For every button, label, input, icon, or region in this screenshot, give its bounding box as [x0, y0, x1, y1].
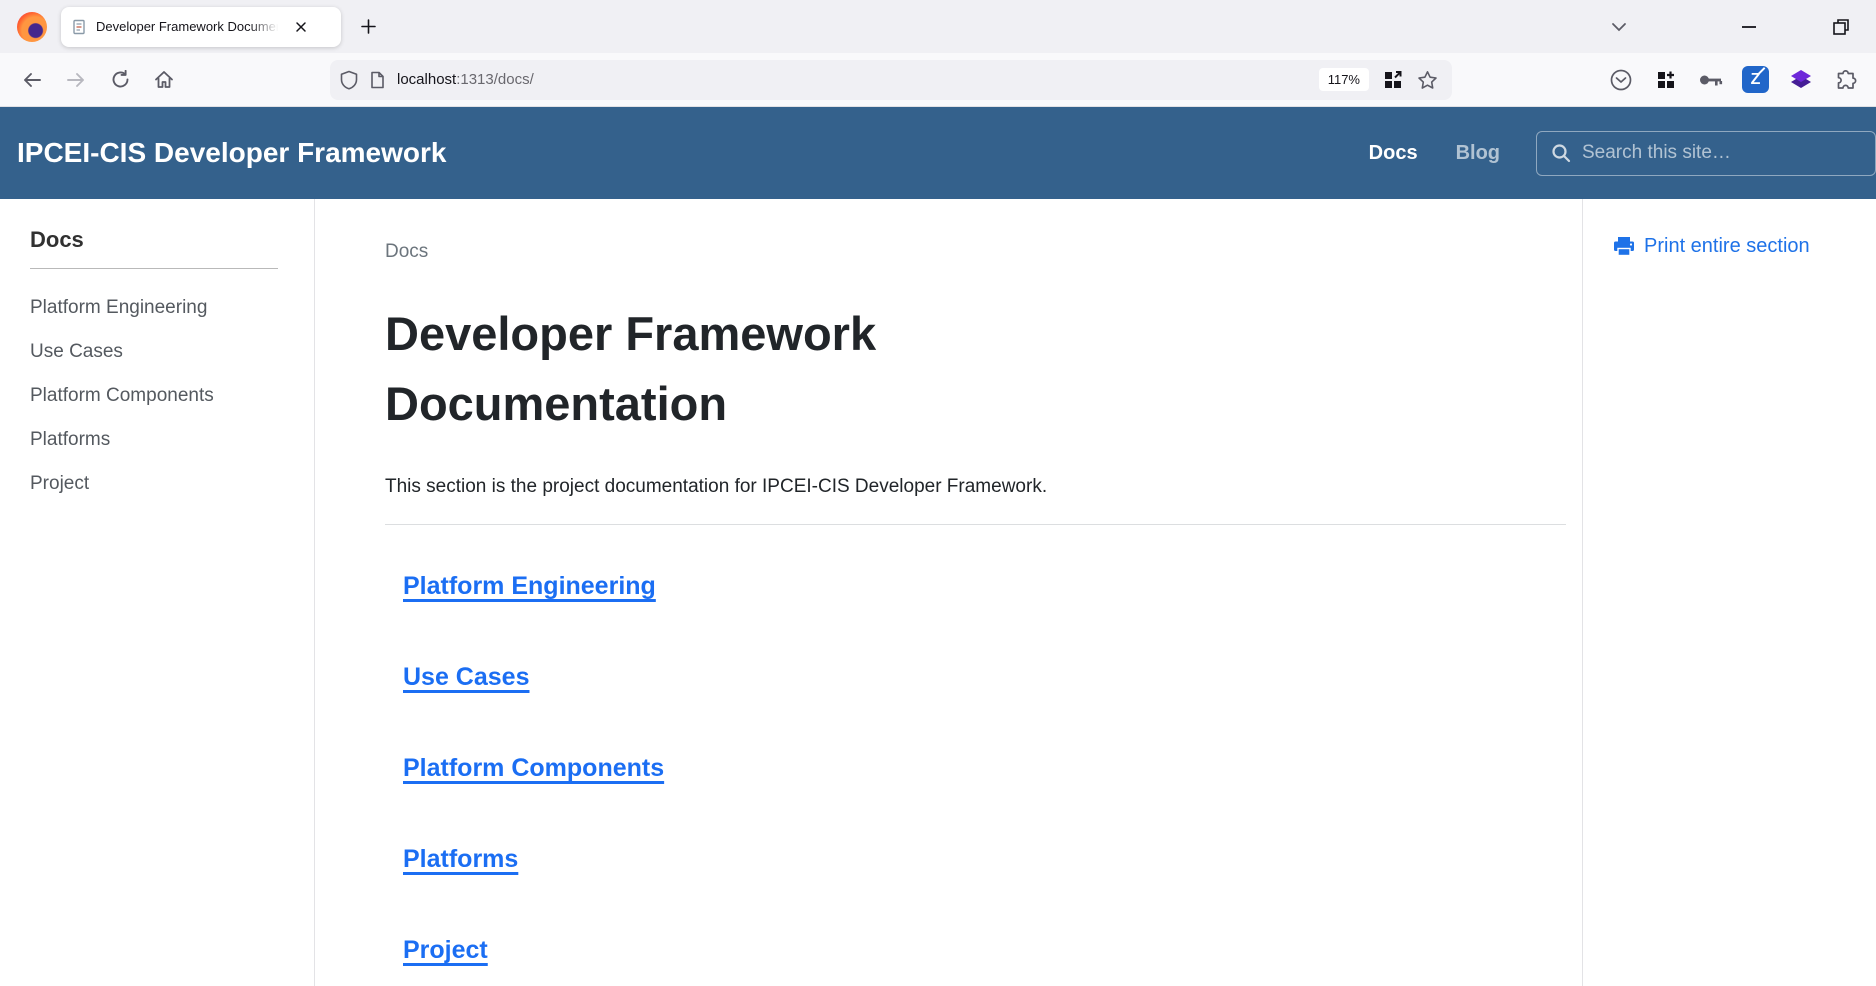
nav-link-blog[interactable]: Blog — [1456, 142, 1500, 165]
print-section-link[interactable]: Print entire section — [1613, 233, 1876, 259]
right-sidebar: Print entire section — [1582, 199, 1876, 986]
site-brand[interactable]: IPCEI-CIS Developer Framework — [17, 137, 446, 169]
left-sidebar: Docs Platform Engineering Use Cases Plat… — [0, 199, 315, 986]
breadcrumb-docs-link[interactable]: Docs — [385, 241, 428, 262]
bookmark-star-icon[interactable] — [1417, 70, 1438, 90]
browser-tab[interactable]: Developer Framework Documentation — [61, 7, 341, 47]
window-controls — [1602, 0, 1876, 53]
print-link-label: Print entire section — [1644, 233, 1810, 259]
entry-platform-engineering: Platform Engineering — [403, 568, 1566, 604]
section-entries: Platform Engineering Use Cases Platform … — [403, 568, 1566, 968]
url-bar[interactable]: localhost:1313/docs/ 117% — [330, 60, 1452, 100]
new-tab-button[interactable] — [351, 10, 385, 44]
site-info-icon[interactable] — [370, 71, 385, 89]
page-viewport: IPCEI-CIS Developer Framework Docs Blog … — [0, 107, 1876, 986]
page-title: Developer Framework Documentation — [385, 299, 1125, 439]
layers-extension-icon[interactable] — [1786, 65, 1815, 94]
breadcrumb: Docs — [385, 240, 1566, 263]
sidebar-section-title[interactable]: Docs — [30, 227, 294, 253]
main-content: Docs Developer Framework Documentation T… — [315, 199, 1582, 986]
tracking-protection-shield-icon[interactable] — [340, 70, 358, 90]
sidebar-item-platform-components[interactable]: Platform Components — [30, 374, 294, 418]
nav-link-docs[interactable]: Docs — [1369, 142, 1418, 165]
url-text[interactable]: localhost:1313/docs/ — [397, 71, 534, 88]
entry-use-cases: Use Cases — [403, 659, 1566, 695]
entry-platform-components: Platform Components — [403, 750, 1566, 786]
minimize-icon[interactable] — [1732, 10, 1766, 44]
tab-close-icon[interactable] — [291, 17, 311, 37]
zotero-icon[interactable]: Z — [1741, 65, 1770, 94]
back-icon[interactable] — [16, 64, 48, 96]
url-host: localhost — [397, 71, 456, 88]
entry-project: Project — [403, 932, 1566, 968]
entry-platforms: Platforms — [403, 841, 1566, 877]
forward-icon[interactable] — [60, 64, 92, 96]
search-input[interactable] — [1582, 142, 1822, 164]
tab-bar: Developer Framework Documentation — [0, 0, 1876, 53]
browser-window: Developer Framework Documentation — [0, 0, 1876, 986]
zoom-level-button[interactable]: 117% — [1319, 68, 1369, 91]
url-path: :1313/docs/ — [456, 71, 534, 88]
browser-toolbar: localhost:1313/docs/ 117% Z — [0, 53, 1876, 107]
site-search[interactable] — [1536, 131, 1876, 176]
sidebar-item-platform-engineering[interactable]: Platform Engineering — [30, 286, 294, 330]
home-icon[interactable] — [148, 64, 180, 96]
sidebar-item-platforms[interactable]: Platforms — [30, 418, 294, 462]
reload-icon[interactable] — [104, 64, 136, 96]
sidebar-item-use-cases[interactable]: Use Cases — [30, 330, 294, 374]
search-icon — [1551, 143, 1571, 163]
firefox-logo-icon[interactable] — [17, 12, 47, 42]
tab-title: Developer Framework Documentation — [96, 19, 282, 34]
sidebar-item-project[interactable]: Project — [30, 462, 294, 506]
extension-icons: Z — [1606, 65, 1876, 94]
printer-icon — [1613, 236, 1635, 257]
list-all-tabs-icon[interactable] — [1602, 10, 1636, 44]
site-navbar: IPCEI-CIS Developer Framework Docs Blog — [0, 107, 1876, 199]
page-action-grid-icon[interactable] — [1382, 69, 1404, 91]
puzzle-extension-icon[interactable] — [1831, 65, 1860, 94]
extensions-grid-icon[interactable] — [1651, 65, 1680, 94]
sidebar-divider — [30, 268, 278, 269]
page-body: Docs Platform Engineering Use Cases Plat… — [0, 199, 1876, 986]
page-favicon-icon — [71, 19, 87, 35]
passwords-key-icon[interactable] — [1696, 65, 1725, 94]
content-divider — [385, 524, 1566, 525]
restore-window-icon[interactable] — [1824, 10, 1858, 44]
sidebar-nav: Platform Engineering Use Cases Platform … — [30, 286, 294, 506]
page-description: This section is the project documentatio… — [385, 473, 1566, 500]
pocket-icon[interactable] — [1606, 65, 1635, 94]
